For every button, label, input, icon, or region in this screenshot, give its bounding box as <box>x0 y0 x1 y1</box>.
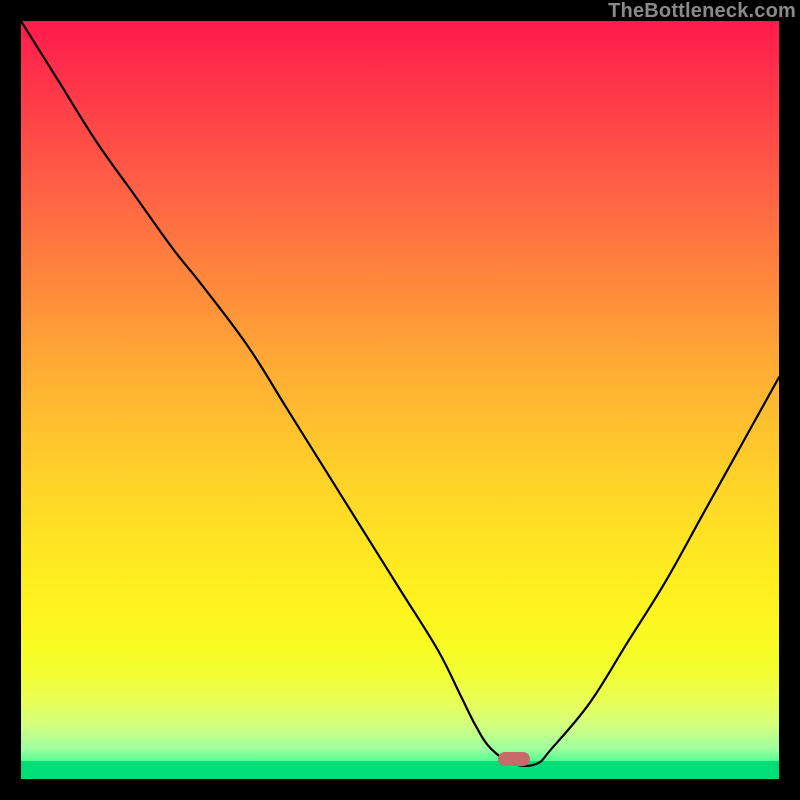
optimal-marker <box>498 752 530 766</box>
chart-frame: TheBottleneck.com <box>0 0 800 800</box>
bottleneck-curve <box>21 21 779 779</box>
plot-area <box>21 21 779 779</box>
watermark-text: TheBottleneck.com <box>608 0 796 23</box>
